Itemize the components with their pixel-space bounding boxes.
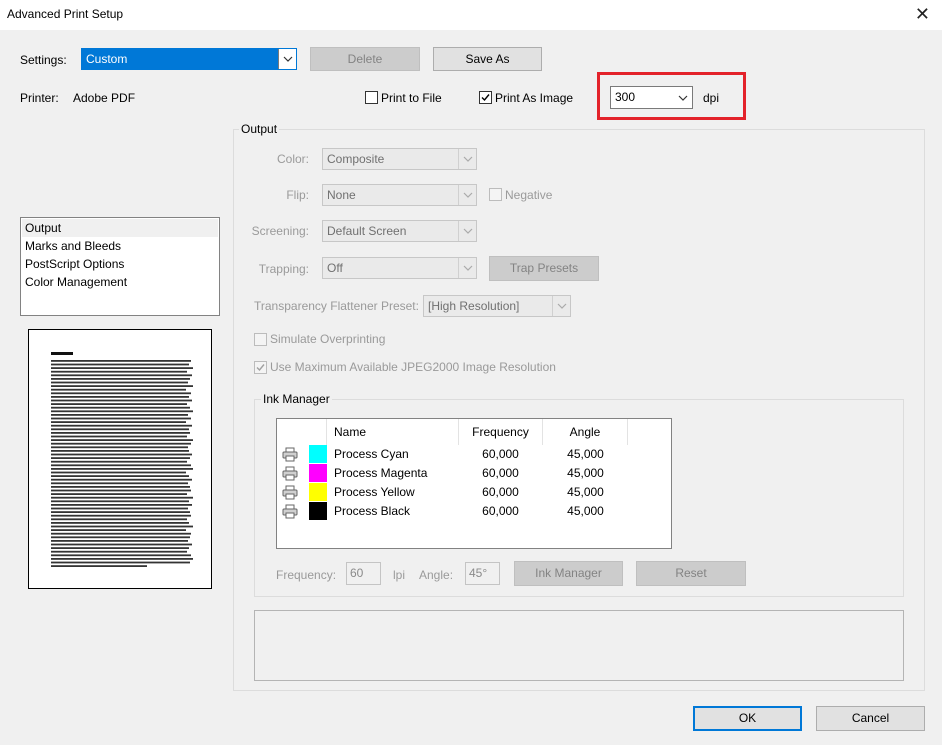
printer-value: Adobe PDF (73, 91, 136, 105)
printer-icon (282, 466, 298, 481)
settings-label: Settings: (20, 53, 67, 67)
settings-value: Custom (86, 52, 128, 66)
flattener-label: Transparency Flattener Preset: (254, 299, 419, 313)
ink-color-swatch (309, 502, 327, 521)
description-area (254, 610, 904, 681)
ink-frequency: 60,000 (482, 485, 519, 499)
angle-input[interactable]: 45° (465, 562, 500, 585)
negative-label: Negative (505, 188, 553, 202)
trapping-dropdown[interactable]: Off (322, 257, 477, 279)
flip-dropdown[interactable]: None (322, 184, 477, 206)
frequency-label: Frequency: (276, 568, 337, 582)
ok-button[interactable]: OK (693, 706, 802, 731)
jpeg2000-label: Use Maximum Available JPEG2000 Image Res… (270, 360, 556, 374)
color-label: Color: (276, 152, 309, 166)
jpeg2000-checkbox[interactable] (254, 361, 267, 374)
table-row[interactable]: Process Cyan 60,000 45,000 (277, 445, 671, 464)
trapping-value: Off (327, 261, 343, 275)
print-as-image-label: Print As Image (495, 91, 574, 105)
simulate-overprinting-label: Simulate Overprinting (270, 332, 386, 346)
ink-frequency: 60,000 (482, 504, 519, 518)
chevron-down-icon (458, 221, 476, 241)
print-to-file-label: Print to File (381, 91, 442, 105)
settings-dropdown[interactable]: Custom (81, 48, 297, 70)
printer-icon (282, 485, 298, 500)
table-row[interactable]: Process Black 60,000 45,000 (277, 502, 671, 521)
ink-name: Process Cyan (334, 447, 409, 461)
table-row[interactable]: Process Yellow 60,000 45,000 (277, 483, 671, 502)
ink-angle: 45,000 (567, 447, 604, 461)
ink-angle: 45,000 (567, 466, 604, 480)
ink-color-swatch (309, 483, 327, 502)
ink-frequency: 60,000 (482, 447, 519, 461)
table-row[interactable]: Process Magenta 60,000 45,000 (277, 464, 671, 483)
category-item-output[interactable]: Output (25, 219, 61, 237)
ink-name: Process Magenta (334, 466, 428, 480)
output-group-label: Output (239, 122, 280, 136)
dpi-label: dpi (703, 91, 720, 105)
category-item-color-management[interactable]: Color Management (25, 273, 127, 291)
print-as-image-checkbox[interactable] (479, 91, 492, 104)
page-preview (28, 329, 212, 589)
printer-icon (282, 447, 298, 462)
ink-table: Name Frequency Angle Process Cyan 60,000 4… (276, 418, 672, 549)
flattener-dropdown[interactable]: [High Resolution] (423, 295, 571, 317)
checkmark-icon (256, 364, 265, 372)
color-value: Composite (327, 152, 385, 166)
column-header-frequency[interactable]: Frequency (458, 419, 543, 445)
chevron-down-icon (552, 296, 570, 316)
close-icon[interactable]: ✕ (915, 4, 930, 24)
ink-manager-button[interactable]: Ink Manager (514, 561, 623, 586)
screening-dropdown[interactable]: Default Screen (322, 220, 477, 242)
flip-label: Flip: (286, 188, 309, 202)
title-bar (0, 0, 942, 30)
flattener-value: [High Resolution] (428, 299, 520, 313)
reset-button[interactable]: Reset (636, 561, 746, 586)
page-preview-thumbnail (51, 352, 193, 567)
ink-angle: 45,000 (567, 485, 604, 499)
ink-name: Process Yellow (334, 485, 415, 499)
ink-angle: 45,000 (567, 504, 604, 518)
screening-label: Screening: (251, 224, 309, 238)
chevron-down-icon (458, 185, 476, 205)
category-item-postscript-options[interactable]: PostScript Options (25, 255, 124, 273)
angle-label: Angle: (419, 568, 454, 582)
chevron-down-icon (674, 87, 692, 108)
category-list: Output Marks and Bleeds PostScript Optio… (20, 217, 220, 316)
cancel-button[interactable]: Cancel (816, 706, 925, 731)
color-dropdown[interactable]: Composite (322, 148, 477, 170)
checkmark-icon (481, 94, 490, 102)
ink-manager-group-label: Ink Manager (261, 392, 332, 406)
chevron-down-icon (458, 258, 476, 278)
ink-color-swatch (309, 445, 327, 464)
screening-value: Default Screen (327, 224, 407, 238)
save-as-button[interactable]: Save As (433, 47, 542, 71)
simulate-overprinting-checkbox[interactable] (254, 333, 267, 346)
resolution-dropdown[interactable]: 300 (610, 86, 693, 109)
trapping-label: Trapping: (258, 262, 309, 276)
flip-value: None (327, 188, 356, 202)
ink-name: Process Black (334, 504, 411, 518)
ink-frequency: 60,000 (482, 466, 519, 480)
resolution-value: 300 (615, 90, 636, 104)
category-item-marks-and-bleeds[interactable]: Marks and Bleeds (25, 237, 121, 255)
delete-button[interactable]: Delete (310, 47, 420, 71)
column-header-icons (277, 419, 327, 445)
frequency-input[interactable]: 60 (346, 562, 381, 585)
window-title: Advanced Print Setup (7, 7, 124, 21)
chevron-down-icon (278, 49, 296, 69)
chevron-down-icon (458, 149, 476, 169)
trap-presets-button[interactable]: Trap Presets (489, 256, 599, 281)
printer-label: Printer: (20, 91, 59, 105)
negative-checkbox[interactable] (489, 188, 502, 201)
lpi-label: lpi (393, 568, 406, 582)
column-header-angle[interactable]: Angle (543, 419, 628, 445)
print-to-file-checkbox[interactable] (365, 91, 378, 104)
ink-color-swatch (309, 464, 327, 483)
printer-icon (282, 504, 298, 519)
